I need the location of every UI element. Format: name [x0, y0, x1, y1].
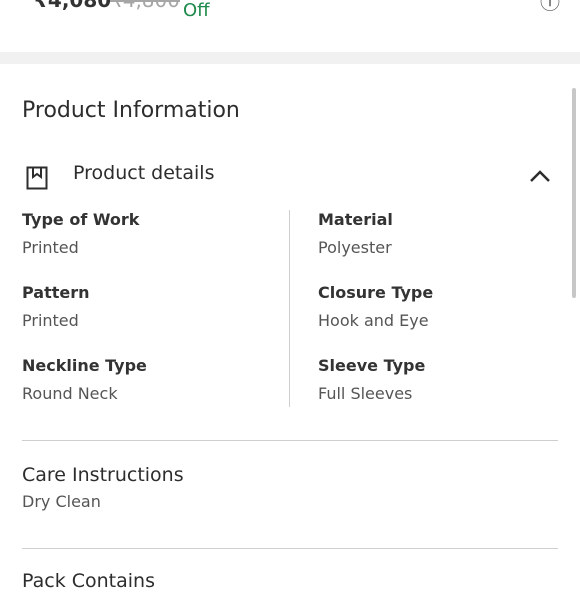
mrp-price: ₹4,800 — [110, 0, 180, 12]
selling-price: ₹4,080 — [34, 0, 112, 12]
pack-contains-title[interactable]: Pack Contains — [22, 570, 155, 592]
discount-label: Off — [183, 0, 210, 21]
attribute-key: Pattern — [22, 283, 90, 302]
attribute-key: Sleeve Type — [318, 356, 426, 375]
chevron-up-icon[interactable] — [528, 166, 552, 186]
divider — [22, 440, 558, 441]
attribute-key: Closure Type — [318, 283, 434, 302]
section-title: Product Information — [22, 98, 240, 123]
product-details-header[interactable]: Product details — [22, 160, 558, 194]
attribute-value: Printed — [22, 311, 79, 330]
scrollbar[interactable] — [572, 88, 576, 298]
attribute-value: Hook and Eye — [318, 311, 429, 330]
care-instructions-value: Dry Clean — [22, 492, 101, 511]
attribute-neckline-type: Neckline Type Round Neck — [22, 356, 147, 403]
info-icon[interactable]: ⓘ — [540, 0, 560, 15]
attribute-value: Polyester — [318, 238, 392, 257]
attribute-type-of-work: Type of Work Printed — [22, 210, 139, 257]
attribute-material: Material Polyester — [318, 210, 393, 257]
attribute-value: Full Sleeves — [318, 384, 413, 403]
attribute-value: Round Neck — [22, 384, 118, 403]
attribute-closure-type: Closure Type Hook and Eye — [318, 283, 433, 330]
attribute-sleeve-type: Sleeve Type Full Sleeves — [318, 356, 425, 403]
attribute-key: Material — [318, 210, 393, 229]
section-separator — [0, 52, 580, 64]
column-divider — [289, 210, 290, 407]
attribute-pattern: Pattern Printed — [22, 283, 90, 330]
bookmark-icon — [26, 166, 48, 190]
price-bar: ₹4,080 ₹4,800 Off ⓘ — [0, 0, 580, 52]
product-details-label: Product details — [73, 162, 215, 184]
attribute-key: Neckline Type — [22, 356, 147, 375]
attribute-key: Type of Work — [22, 210, 140, 229]
care-instructions-title: Care Instructions — [22, 464, 184, 486]
divider — [22, 548, 558, 549]
attribute-value: Printed — [22, 238, 79, 257]
